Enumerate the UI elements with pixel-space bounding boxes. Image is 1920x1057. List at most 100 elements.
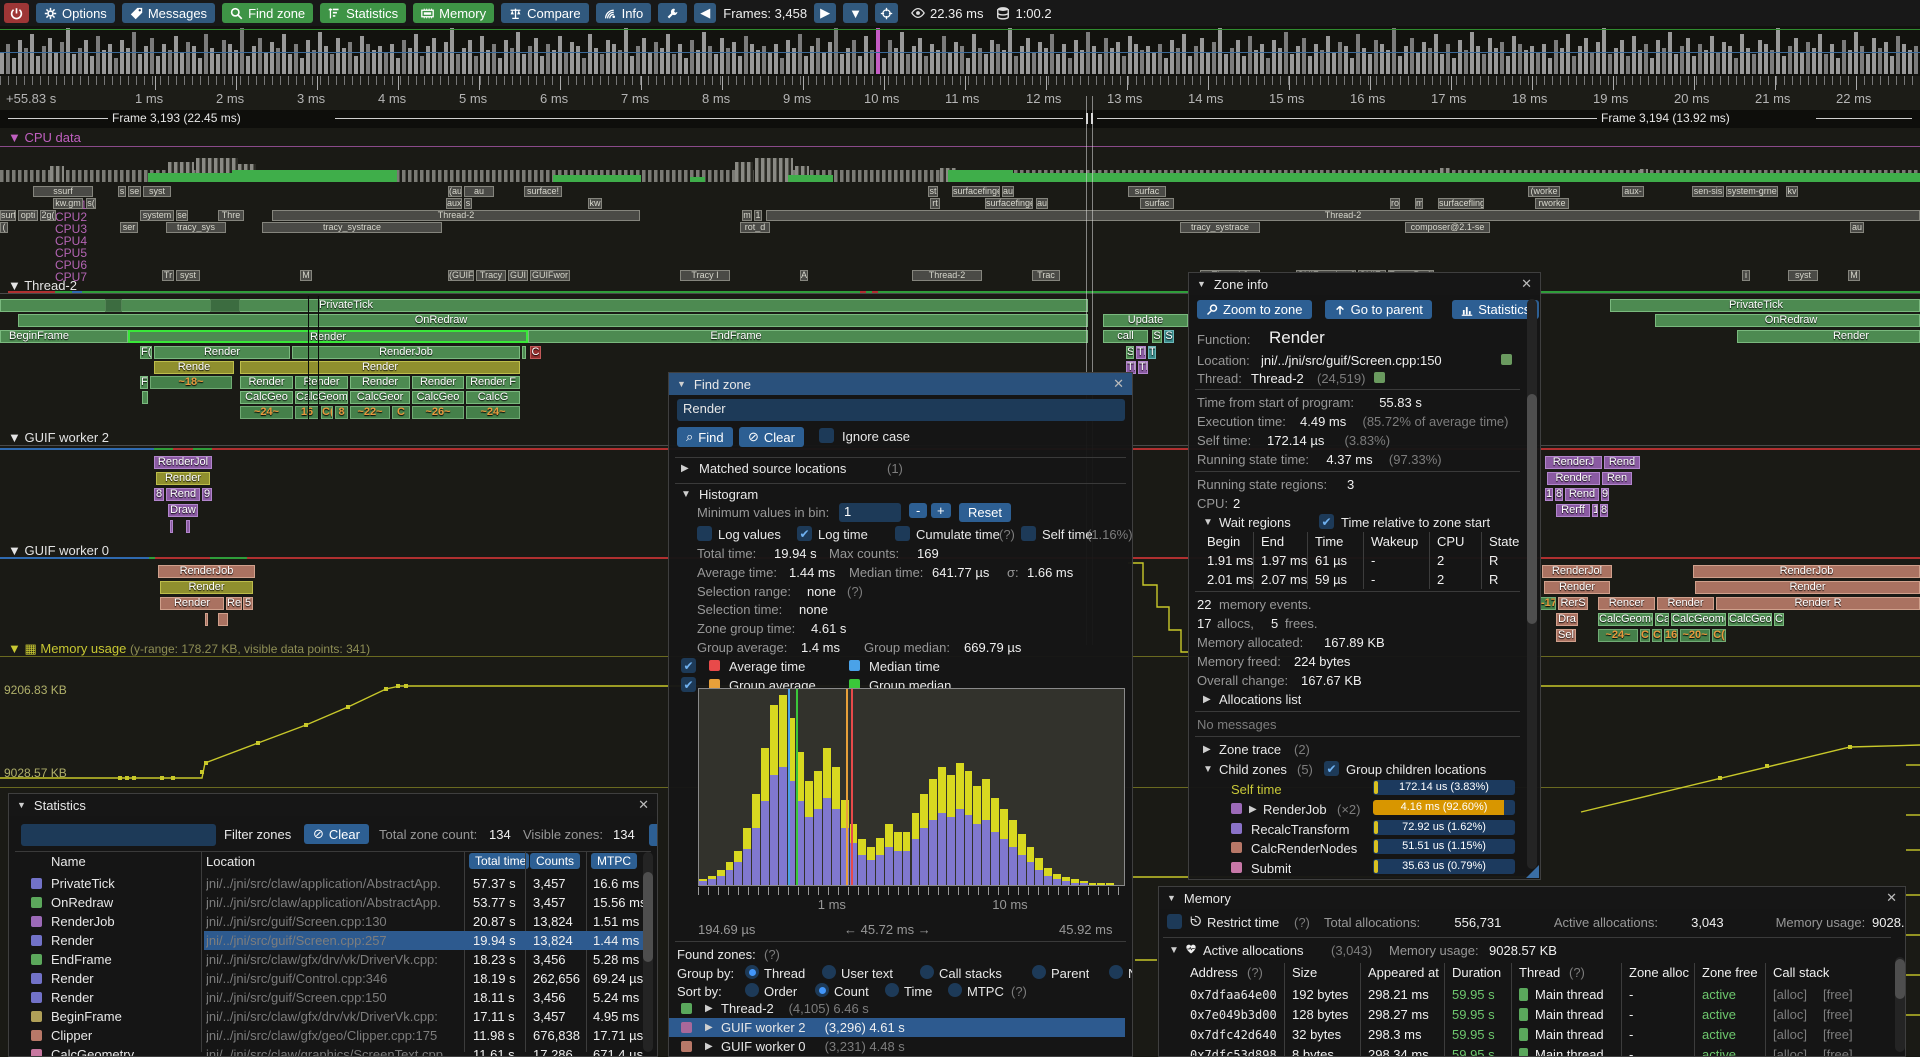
timeline-zone[interactable] — [170, 520, 173, 533]
power-button[interactable] — [4, 3, 29, 23]
zone-trace-label[interactable]: Zone trace — [1219, 742, 1281, 757]
scrollbar[interactable] — [1895, 957, 1905, 1052]
sortby-radio-count[interactable] — [815, 983, 829, 997]
cpu-zone-chip[interactable]: Thre — [218, 210, 244, 221]
collapse-icon[interactable]: ▼ — [17, 800, 26, 810]
collapse-icon[interactable]: ▼ — [1167, 893, 1176, 903]
statistics-titlebar[interactable]: ▼ Statistics ✕ — [9, 794, 657, 816]
timeline-zone[interactable]: RenderJob — [292, 346, 520, 359]
cpu-zone-chip[interactable]: Trac — [1032, 270, 1060, 281]
expand-icon[interactable]: ▶ — [705, 1003, 713, 1014]
cpu-zone-chip[interactable]: Thread-2 — [272, 210, 640, 221]
timeline-zone[interactable]: RenderJob — [158, 565, 255, 578]
col-counts[interactable]: Counts — [530, 853, 580, 869]
wait-col-state[interactable]: State — [1489, 534, 1519, 549]
timeline-zone[interactable]: ~18~ — [150, 376, 232, 389]
mem-col-zone-alloc[interactable]: Zone alloc — [1629, 965, 1689, 980]
cpu-zone-chip[interactable]: ssurf — [33, 186, 93, 197]
cpu-zone-chip[interactable]: 2g( — [40, 210, 56, 221]
collapse-icon[interactable]: ▼ — [1203, 517, 1213, 528]
table-row[interactable]: Renderjni/../jni/src/guif/Control.cpp:34… — [9, 969, 643, 988]
timeline-zone[interactable]: CalcGeome — [295, 391, 348, 404]
checkbox-log-time[interactable]: ✔ — [797, 526, 812, 541]
scrollbar[interactable] — [643, 852, 653, 1052]
timeline-zone[interactable]: Rend — [1565, 488, 1599, 501]
cpu-zone-chip[interactable]: s — [118, 186, 126, 197]
timeline-zone[interactable]: CalcG — [466, 391, 520, 404]
memory-usage-header[interactable]: ▼ ▦ Memory usage (y-range: 178.27 KB, vi… — [8, 641, 370, 657]
cpu-zone-chip[interactable]: i — [1742, 270, 1750, 281]
clear-filter-button[interactable]: ⊘Clear — [304, 824, 369, 844]
cpu-zone-chip[interactable]: au — [1002, 186, 1014, 197]
expand-icon[interactable]: ▶ — [1203, 744, 1211, 755]
timeline-zone[interactable]: PrivateTick — [1610, 299, 1920, 312]
legend-checkbox[interactable]: ✔ — [681, 658, 696, 673]
histogram-plot[interactable] — [698, 688, 1125, 886]
timeline-zone[interactable]: ~24~ — [466, 406, 520, 419]
cpu-zone-chip[interactable]: tracy_sys — [166, 222, 226, 233]
cpu-zone-chip[interactable]: kv — [1786, 186, 1798, 197]
timeline-zone[interactable]: Render — [156, 472, 210, 485]
free-callstack-button[interactable]: [free] — [1823, 1047, 1853, 1057]
timeline-zone[interactable]: Rencer — [1598, 597, 1655, 610]
cpu-zone-chip[interactable]: ro — [1390, 198, 1400, 209]
child-zone-name[interactable]: Submit — [1251, 861, 1291, 876]
restrict-time-checkbox[interactable] — [1167, 914, 1182, 929]
thread-header[interactable]: ▼ GUIF worker 2 — [8, 430, 109, 445]
mem-col-size[interactable]: Size — [1292, 965, 1317, 980]
timeline-zone[interactable] — [186, 520, 190, 533]
wait-col-cpu[interactable]: CPU — [1437, 534, 1464, 549]
collapse-icon[interactable]: ▼ — [1169, 945, 1179, 956]
timeline-zone[interactable]: Rend — [166, 488, 200, 501]
go-to-parent-button[interactable]: Go to parent — [1325, 300, 1432, 319]
histogram-label[interactable]: Histogram — [699, 487, 758, 502]
col-total-time[interactable]: Total time — [469, 853, 529, 869]
wait-col-end[interactable]: End — [1261, 534, 1284, 549]
col-location[interactable]: Location — [206, 854, 255, 869]
timeline-zone[interactable]: C — [530, 346, 541, 359]
mem-col-appeared-at[interactable]: Appeared at — [1368, 965, 1439, 980]
child-zone-name[interactable]: RecalcTransform — [1251, 822, 1349, 837]
timeline-zone[interactable] — [205, 613, 208, 626]
timeline-zone[interactable]: CalcGeor — [350, 391, 410, 404]
cpu-zone-chip[interactable]: surface! — [524, 186, 562, 197]
find-button[interactable]: ⌕Find — [677, 427, 733, 447]
cpu-zone-chip[interactable]: system — [140, 210, 174, 221]
timeline-zone[interactable]: Render R — [1716, 597, 1920, 610]
timeline-zone[interactable]: ~22~ — [350, 406, 390, 419]
memory-button[interactable]: Memory — [413, 3, 494, 23]
free-callstack-button[interactable]: [free] — [1823, 1027, 1853, 1042]
active-allocations-label[interactable]: Active allocations — [1203, 943, 1303, 958]
cpu-zone-chip[interactable]: A — [800, 270, 808, 281]
allocations-list-label[interactable]: Allocations list — [1219, 692, 1301, 707]
timeline-zone[interactable] — [218, 613, 228, 626]
timeline-zone[interactable]: OnRedraw — [18, 314, 1088, 327]
next-frame-button[interactable]: ▶ — [814, 3, 836, 23]
cpu-zone-chip[interactable]: system-grne — [1726, 186, 1778, 197]
table-row[interactable]: Renderjni/../jni/src/guif/Screen.cpp:150… — [9, 988, 643, 1007]
zone-info-titlebar[interactable]: ▼ Zone info ✕ — [1189, 273, 1540, 295]
table-row[interactable]: Renderjni/../jni/src/guif/Screen.cpp:257… — [9, 931, 643, 950]
timeline-zone[interactable]: RenderJol — [1542, 565, 1612, 578]
table-row[interactable]: OnRedrawjni/../jni/src/claw/application/… — [9, 893, 643, 912]
limit-range-button[interactable] — [649, 824, 658, 846]
timeline-zone[interactable]: Rend — [1604, 456, 1640, 469]
compare-button[interactable]: Compare — [501, 3, 588, 23]
find-zone-titlebar[interactable]: ▼ Find zone ✕ — [669, 373, 1132, 395]
table-row[interactable]: RenderJobjni/../jni/src/guif/Screen.cpp:… — [9, 912, 643, 931]
group-children-checkbox[interactable]: ✔ — [1324, 761, 1339, 776]
cpu-zone-chip[interactable]: aux — [446, 198, 462, 209]
checkbox-log-values[interactable] — [697, 526, 712, 541]
info-button[interactable]: Info — [596, 3, 652, 23]
cpu-zone-chip[interactable]: Thread-2 — [912, 270, 982, 281]
frame-time-graph[interactable] — [0, 26, 1920, 76]
cpu-zone-chip[interactable]: s — [464, 198, 472, 209]
timeline-zone[interactable]: Rerff — [1556, 504, 1590, 517]
cpu-zone-chip[interactable]: (au — [448, 186, 462, 197]
scrollbar[interactable] — [1527, 299, 1537, 869]
tools-button[interactable] — [658, 3, 687, 23]
cpu-zone-chip[interactable]: Thread-2 — [766, 210, 1920, 221]
mem-col-call-stack[interactable]: Call stack — [1773, 965, 1829, 980]
close-icon[interactable]: ✕ — [1521, 276, 1532, 292]
timeline-zone[interactable] — [142, 391, 148, 404]
